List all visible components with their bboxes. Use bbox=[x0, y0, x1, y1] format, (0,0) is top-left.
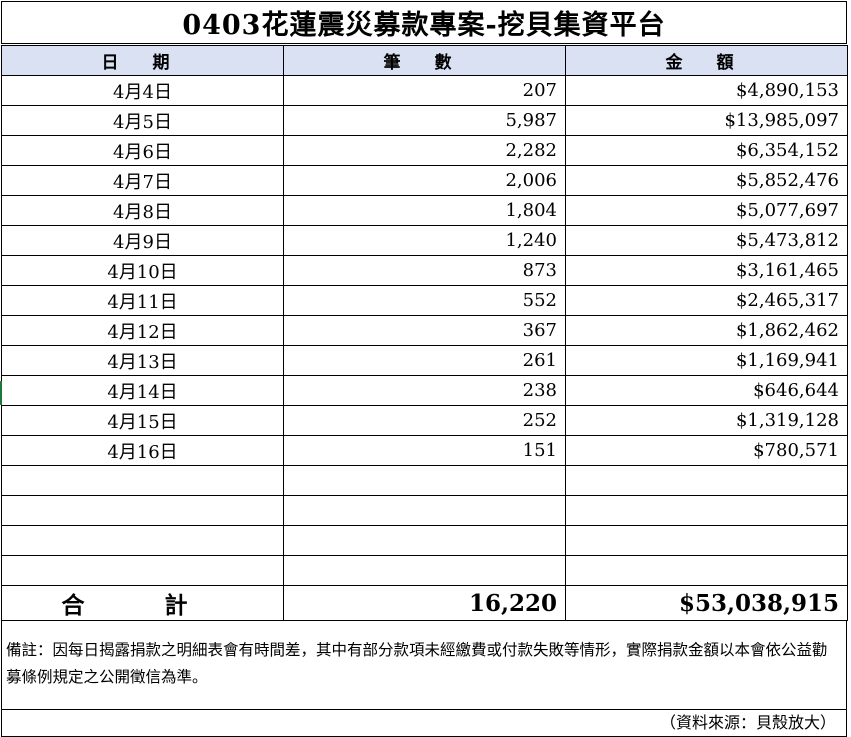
empty-cell[interactable] bbox=[283, 465, 566, 496]
amount-cell[interactable]: $5,077,697 bbox=[565, 195, 848, 226]
table-row: 4月5日 5,987 $13,985,097 bbox=[1, 105, 848, 136]
date-cell[interactable]: 4月12日 bbox=[1, 315, 284, 346]
count-cell[interactable]: 1,240 bbox=[283, 225, 566, 256]
selection-marker bbox=[0, 381, 2, 405]
amount-cell[interactable]: $646,644 bbox=[565, 375, 848, 406]
count-cell[interactable]: 873 bbox=[283, 255, 566, 286]
date-cell[interactable]: 4月9日 bbox=[1, 225, 284, 256]
header-date: 日 期 bbox=[1, 45, 284, 76]
header-amount: 金 額 bbox=[565, 45, 848, 76]
footnote: 備註：因每日揭露捐款之明細表會有時間差，其中有部分款項未經繳費或付款失敗等情形，… bbox=[1, 620, 847, 710]
count-cell[interactable]: 552 bbox=[283, 285, 566, 316]
total-label[interactable]: 合 計 bbox=[1, 585, 284, 621]
empty-cell[interactable] bbox=[283, 525, 566, 556]
amount-cell[interactable]: $1,862,462 bbox=[565, 315, 848, 346]
count-cell[interactable]: 151 bbox=[283, 435, 566, 466]
empty-cell[interactable] bbox=[283, 555, 566, 586]
date-cell[interactable]: 4月7日 bbox=[1, 165, 284, 196]
table-row: 4月16日 151 $780,571 bbox=[1, 435, 848, 466]
count-cell[interactable]: 2,282 bbox=[283, 135, 566, 166]
amount-cell[interactable]: $5,852,476 bbox=[565, 165, 848, 196]
amount-cell[interactable]: $4,890,153 bbox=[565, 75, 848, 106]
empty-row bbox=[1, 525, 848, 556]
date-cell[interactable]: 4月6日 bbox=[1, 135, 284, 166]
total-row: 合 計 16,220 $53,038,915 bbox=[1, 585, 848, 621]
empty-cell[interactable] bbox=[283, 495, 566, 526]
amount-cell[interactable]: $3,161,465 bbox=[565, 255, 848, 286]
count-cell[interactable]: 2,006 bbox=[283, 165, 566, 196]
count-cell[interactable]: 261 bbox=[283, 345, 566, 376]
date-cell[interactable]: 4月5日 bbox=[1, 105, 284, 136]
empty-cell[interactable] bbox=[1, 465, 284, 496]
count-cell[interactable]: 238 bbox=[283, 375, 566, 406]
empty-cell[interactable] bbox=[1, 555, 284, 586]
table-row: 4月15日 252 $1,319,128 bbox=[1, 405, 848, 436]
table-row: 4月4日 207 $4,890,153 bbox=[1, 75, 848, 106]
empty-cell[interactable] bbox=[565, 555, 848, 586]
date-cell[interactable]: 4月15日 bbox=[1, 405, 284, 436]
table-row: 4月7日 2,006 $5,852,476 bbox=[1, 165, 848, 196]
table-row: 4月12日 367 $1,862,462 bbox=[1, 315, 848, 346]
amount-cell[interactable]: $1,169,941 bbox=[565, 345, 848, 376]
data-source: （資料來源：貝殼放大） bbox=[1, 710, 847, 737]
table-body: 4月4日 207 $4,890,153 4月5日 5,987 $13,985,097 4月6… bbox=[1, 75, 848, 621]
table-row: 4月13日 261 $1,169,941 bbox=[1, 345, 848, 376]
amount-cell[interactable]: $13,985,097 bbox=[565, 105, 848, 136]
date-cell[interactable]: 4月11日 bbox=[1, 285, 284, 316]
header-count: 筆 數 bbox=[283, 45, 566, 76]
amount-cell[interactable]: $5,473,812 bbox=[565, 225, 848, 256]
empty-cell[interactable] bbox=[565, 495, 848, 526]
table-row: 4月11日 552 $2,465,317 bbox=[1, 285, 848, 316]
date-cell[interactable]: 4月8日 bbox=[1, 195, 284, 226]
count-cell[interactable]: 207 bbox=[283, 75, 566, 106]
total-count[interactable]: 16,220 bbox=[283, 585, 566, 621]
table-row: 4月9日 1,240 $5,473,812 bbox=[1, 225, 848, 256]
table-row: 4月10日 873 $3,161,465 bbox=[1, 255, 848, 286]
table-row: 4月8日 1,804 $5,077,697 bbox=[1, 195, 848, 226]
date-cell[interactable]: 4月14日 bbox=[1, 375, 284, 406]
count-cell[interactable]: 1,804 bbox=[283, 195, 566, 226]
table-row: 4月6日 2,282 $6,354,152 bbox=[1, 135, 848, 166]
empty-cell[interactable] bbox=[565, 465, 848, 496]
count-cell[interactable]: 367 bbox=[283, 315, 566, 346]
empty-cell[interactable] bbox=[565, 525, 848, 556]
empty-cell[interactable] bbox=[1, 525, 284, 556]
date-cell[interactable]: 4月16日 bbox=[1, 435, 284, 466]
amount-cell[interactable]: $780,571 bbox=[565, 435, 848, 466]
amount-cell[interactable]: $2,465,317 bbox=[565, 285, 848, 316]
empty-row bbox=[1, 555, 848, 586]
empty-row bbox=[1, 465, 848, 496]
header-row: 日 期 筆 數 金 額 bbox=[1, 45, 848, 76]
empty-row bbox=[1, 495, 848, 526]
amount-cell[interactable]: $1,319,128 bbox=[565, 405, 848, 436]
empty-cell[interactable] bbox=[1, 495, 284, 526]
count-cell[interactable]: 5,987 bbox=[283, 105, 566, 136]
date-cell[interactable]: 4月10日 bbox=[1, 255, 284, 286]
date-cell[interactable]: 4月13日 bbox=[1, 345, 284, 376]
amount-cell[interactable]: $6,354,152 bbox=[565, 135, 848, 166]
table-row: 4月14日 238 $646,644 bbox=[1, 375, 848, 406]
donation-table: 日 期 筆 數 金 額 4月4日 207 $4,890,153 4月5日 5,987 $1… bbox=[1, 45, 848, 621]
spreadsheet: 0403花蓮震災募款專案-挖貝集資平台 日 期 筆 數 金 額 4月4日 207 $… bbox=[0, 0, 851, 737]
total-amount[interactable]: $53,038,915 bbox=[565, 585, 848, 621]
sheet-title: 0403花蓮震災募款專案-挖貝集資平台 bbox=[1, 1, 847, 44]
count-cell[interactable]: 252 bbox=[283, 405, 566, 436]
date-cell[interactable]: 4月4日 bbox=[1, 75, 284, 106]
